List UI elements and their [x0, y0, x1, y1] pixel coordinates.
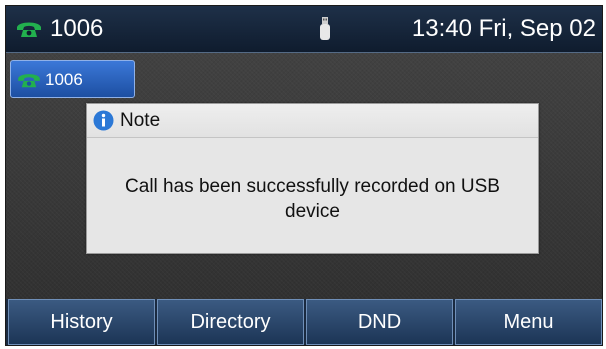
phone-handset-icon	[18, 74, 40, 88]
status-bar: 1006 13:40 Fri, Sep 02	[6, 6, 602, 53]
status-datetime: 13:40 Fri, Sep 02	[411, 15, 596, 42]
phone-handset-icon	[17, 22, 41, 37]
dnd-softkey[interactable]: DND	[306, 299, 453, 345]
info-icon	[93, 110, 114, 131]
note-title: Note	[120, 110, 161, 131]
menu-softkey[interactable]: Menu	[455, 299, 602, 345]
note-dialog: Note Call has been successfully recorded…	[86, 103, 539, 254]
line-key-1006[interactable]: 1006	[10, 60, 135, 98]
note-header: Note	[87, 104, 538, 138]
line-key-label: 1006	[45, 70, 83, 89]
phone-screen: 1006 13:40 Fri, Sep 02 1006 Note Call ha…	[5, 5, 603, 346]
directory-softkey[interactable]: Directory	[157, 299, 304, 345]
usb-icon	[320, 17, 330, 40]
softkey-bar: History Directory DND Menu	[6, 299, 602, 345]
status-account: 1006	[50, 15, 104, 42]
note-message: Call has been successfully recorded on U…	[125, 176, 500, 222]
history-softkey[interactable]: History	[8, 299, 155, 345]
